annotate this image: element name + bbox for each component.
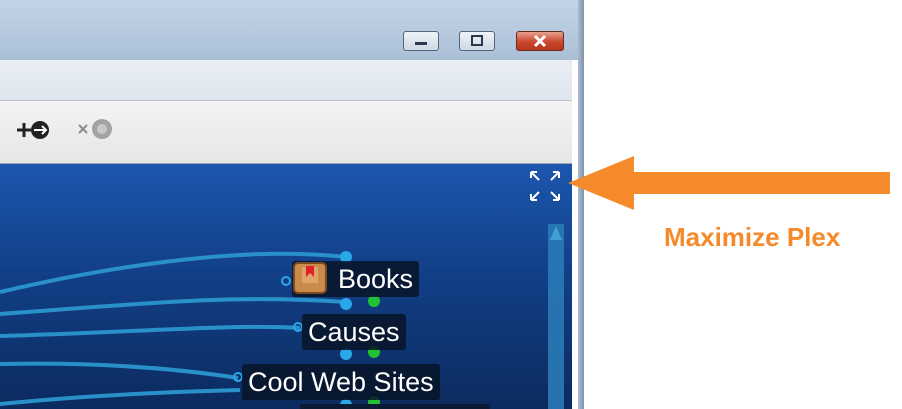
plex-scrollbar[interactable] [548,224,564,409]
node-label: Cool Web Sites [248,367,434,397]
minimize-icon [415,42,427,45]
thought-cool-web-sites[interactable]: Cool Web Sites [242,364,440,400]
close-icon [533,34,547,48]
maximize-plex-icon [530,171,560,201]
thought-causes[interactable]: Causes [302,314,406,350]
maximize-plex-button[interactable] [527,168,563,204]
remove-link-button[interactable] [76,117,128,143]
restore-button[interactable] [459,31,495,51]
remove-link-icon [78,119,112,139]
restore-icon [471,35,483,46]
maximize-plex-label: Maximize Plex [664,222,841,252]
plex-view[interactable]: Books Causes Cool Web Sites [0,164,572,409]
close-button[interactable] [516,31,564,51]
thought-books[interactable]: Books [292,261,420,298]
node-label: Books [338,264,414,294]
node-label: Causes [308,317,400,347]
books-thought-icon [293,262,334,298]
add-link-button[interactable] [15,117,49,143]
scroll-up-icon [550,226,562,240]
application-window: Books Causes Cool Web Sites [0,0,584,409]
title-bar[interactable] [0,0,579,60]
menu-bar [0,60,572,101]
minimize-button[interactable] [403,31,439,51]
add-link-icon [17,121,49,139]
callout-arrow [568,156,890,210]
